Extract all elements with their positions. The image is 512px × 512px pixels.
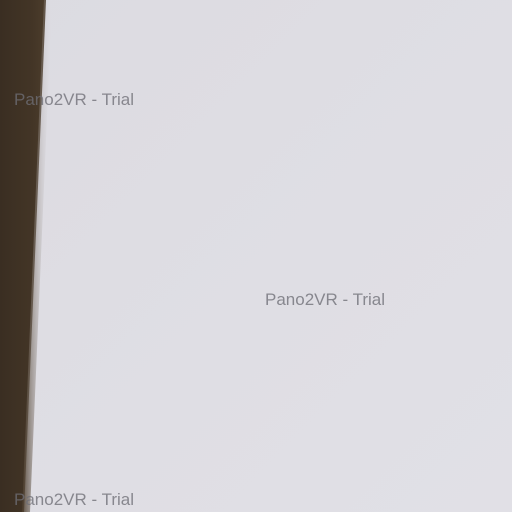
watermark-text: Pano2VR - Trial [265, 290, 385, 309]
panorama-view: Pano2VR - Trial Pano2VR - Trial Pano2VR … [0, 0, 512, 512]
watermark-text: Pano2VR - Trial [14, 490, 134, 509]
dark-door-frame-edge [0, 0, 52, 512]
watermark-text: Pano2VR - Trial [14, 90, 134, 109]
